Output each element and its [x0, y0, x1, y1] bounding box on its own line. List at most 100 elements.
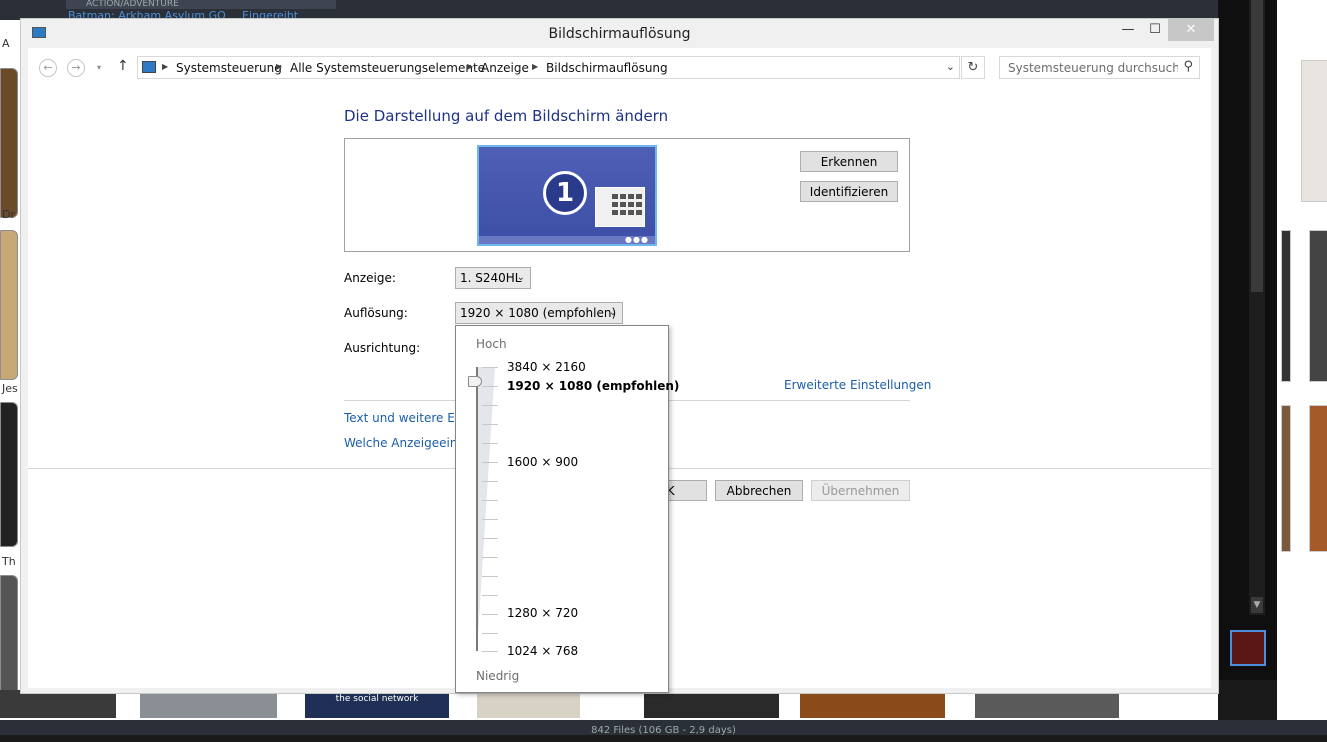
scrollbar-thumb[interactable] — [1251, 0, 1263, 292]
identify-button[interactable]: Identifizieren — [800, 181, 898, 202]
orientation-label: Ausrichtung: — [344, 341, 421, 355]
resolution-option[interactable]: 1024 × 768 — [507, 644, 578, 658]
chevron-down-icon: ⌄ — [608, 307, 617, 318]
resolution-slider-track[interactable] — [476, 367, 496, 651]
background-scrollbar[interactable]: ▼ — [1249, 0, 1265, 615]
monitor-taskbar: ●●● — [479, 236, 655, 244]
background-cover[interactable] — [477, 690, 580, 718]
slider-tick — [482, 614, 498, 615]
slider-track-fill — [477, 367, 495, 651]
slider-tick — [482, 481, 498, 482]
up-arrow-icon[interactable]: ↑ — [117, 58, 129, 74]
background-cover[interactable] — [0, 68, 18, 218]
resolution-dropdown-popup: Hoch 3840 × 2160 1920 × 1080 (empfohlen)… — [455, 325, 679, 693]
resolution-option[interactable]: 1280 × 720 — [507, 606, 578, 620]
display-select-value: 1. S240HL — [460, 271, 522, 285]
slider-tick — [482, 367, 498, 368]
title-bar[interactable]: Bildschirmauflösung — ☐ ✕ — [21, 19, 1218, 47]
scroll-down-arrow-icon[interactable]: ▼ — [1251, 597, 1263, 613]
slider-tick — [482, 633, 498, 634]
background-cover[interactable] — [1281, 230, 1291, 382]
breadcrumb-systemsteuerung[interactable]: Systemsteuerung — [176, 61, 282, 75]
breadcrumb-separator-icon[interactable]: ▶ — [532, 62, 538, 71]
slider-tick — [482, 651, 498, 652]
background-cover[interactable] — [1281, 405, 1291, 552]
breadcrumb-separator-icon[interactable]: ▶ — [162, 62, 168, 71]
address-dropdown-icon[interactable]: ⌄ — [946, 60, 955, 73]
low-label: Niedrig — [476, 669, 520, 683]
slider-tick — [482, 443, 498, 444]
resolution-option[interactable]: 3840 × 2160 — [507, 360, 586, 374]
resolution-select[interactable]: 1920 × 1080 (empfohlen) ⌄ — [455, 302, 623, 324]
detect-button[interactable]: Erkennen — [800, 151, 898, 172]
slider-tick — [482, 405, 498, 406]
background-cover[interactable] — [975, 690, 1119, 718]
breadcrumb-separator-icon[interactable]: ▶ — [276, 62, 282, 71]
slider-tick — [482, 500, 498, 501]
refresh-button[interactable]: ↻ — [961, 56, 985, 79]
background-cover-row: the social network — [0, 690, 1218, 720]
slider-tick — [482, 595, 498, 596]
resolution-option-selected[interactable]: 1920 × 1080 (empfohlen) — [507, 379, 679, 393]
slider-tick — [482, 424, 498, 425]
breadcrumb-separator-icon[interactable]: ▶ — [467, 62, 473, 71]
display-preview-panel: 1 ●●● Erkennen Identifizieren — [344, 138, 910, 252]
background-cover[interactable] — [1309, 230, 1327, 382]
resolution-label: Auflösung: — [344, 306, 408, 320]
background-cover[interactable] — [140, 690, 277, 718]
background-thumbnail[interactable] — [1230, 630, 1266, 666]
page-title: Die Darstellung auf dem Bildschirm änder… — [344, 107, 669, 125]
slider-tick — [482, 576, 498, 577]
background-caption: Jes — [2, 382, 18, 395]
apply-button[interactable]: Übernehmen — [811, 480, 910, 501]
background-app-header: ACTION/ADVENTURE Batman: Arkham Asylum G… — [0, 0, 1327, 22]
search-icon[interactable]: ⚲ — [1183, 59, 1193, 74]
search-input[interactable] — [1006, 60, 1180, 76]
monitor-1-preview[interactable]: 1 ●●● — [477, 145, 657, 246]
breadcrumb-bildschirmaufloesung[interactable]: Bildschirmauflösung — [546, 61, 668, 75]
background-cover[interactable] — [1309, 405, 1327, 552]
chevron-down-icon: ⌄ — [516, 272, 525, 283]
resolution-slider-thumb[interactable] — [468, 376, 482, 387]
monitor-number-badge: 1 — [543, 171, 587, 215]
slider-tick — [482, 519, 498, 520]
background-status-bar: 842 Files (106 GB - 2,9 days) — [0, 720, 1327, 736]
maximize-button[interactable]: ☐ — [1140, 19, 1170, 41]
background-cover[interactable] — [800, 690, 945, 718]
minimize-button[interactable]: — — [1113, 19, 1143, 41]
slider-tick — [482, 386, 498, 387]
window-title: Bildschirmauflösung — [548, 26, 691, 42]
background-caption: A — [2, 37, 10, 50]
background-cover-column — [1277, 0, 1327, 720]
control-panel-icon — [142, 61, 156, 73]
screen-resolution-window: Bildschirmauflösung — ☐ ✕ ← → ▾ ↑ ▶ Syst… — [20, 18, 1219, 694]
forward-button[interactable]: → — [67, 59, 85, 77]
desktop-grid-icon — [595, 187, 645, 227]
background-cover[interactable] — [1301, 60, 1327, 202]
slider-track-edge — [476, 367, 478, 651]
slider-tick — [482, 538, 498, 539]
breadcrumb-anzeige[interactable]: Anzeige — [481, 61, 529, 75]
resolution-select-value: 1920 × 1080 (empfohlen) — [460, 306, 617, 320]
breadcrumb-alle-elemente[interactable]: Alle Systemsteuerungselemente — [290, 61, 485, 75]
recent-pages-dropdown-icon[interactable]: ▾ — [97, 63, 101, 72]
cancel-button[interactable]: Abbrechen — [715, 480, 803, 501]
address-bar[interactable]: ▶ Systemsteuerung ▶ Alle Systemsteuerung… — [137, 56, 960, 79]
slider-tick — [482, 557, 498, 558]
background-cover-social-network[interactable]: the social network — [305, 690, 449, 718]
advanced-settings-link[interactable]: Erweiterte Einstellungen — [784, 378, 931, 392]
slider-tick — [482, 462, 498, 463]
high-label: Hoch — [476, 337, 507, 351]
close-button[interactable]: ✕ — [1168, 19, 1214, 41]
search-box[interactable]: ⚲ — [999, 56, 1200, 79]
background-left-column: A Dr Jes Th — [0, 20, 22, 720]
background-caption: Dr — [2, 208, 15, 221]
resolution-option[interactable]: 1600 × 900 — [507, 455, 578, 469]
background-cover[interactable] — [0, 230, 18, 380]
background-cover[interactable] — [644, 690, 779, 718]
display-select[interactable]: 1. S240HL ⌄ — [455, 267, 531, 289]
background-cover[interactable] — [0, 402, 18, 547]
background-tab: ACTION/ADVENTURE — [66, 0, 336, 9]
background-cover[interactable] — [0, 690, 116, 718]
back-button[interactable]: ← — [39, 59, 57, 77]
